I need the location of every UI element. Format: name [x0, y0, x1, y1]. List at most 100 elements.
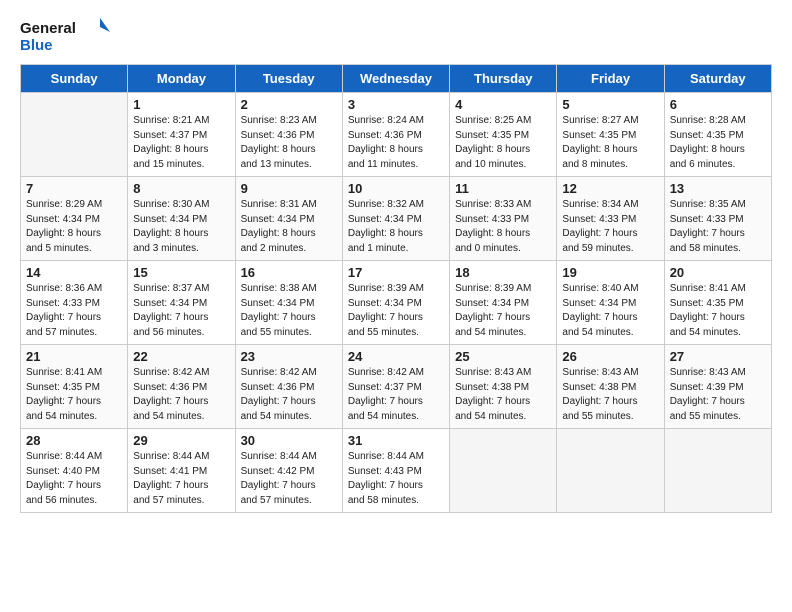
- day-info: Sunrise: 8:35 AMSunset: 4:33 PMDaylight:…: [670, 198, 766, 256]
- day-info: Sunrise: 8:44 AMSunset: 4:41 PMDaylight:…: [133, 450, 229, 508]
- day-info: Sunrise: 8:28 AMSunset: 4:35 PMDaylight:…: [670, 114, 766, 172]
- day-number: 2: [241, 97, 337, 112]
- calendar-cell: 27Sunrise: 8:43 AMSunset: 4:39 PMDayligh…: [664, 345, 771, 429]
- day-number: 22: [133, 349, 229, 364]
- day-number: 23: [241, 349, 337, 364]
- calendar-cell: 6 Sunrise: 8:28 AMSunset: 4:35 PMDaylight…: [664, 93, 771, 177]
- day-number: 3: [348, 97, 444, 112]
- calendar-cell: 1Sunrise: 8:21 AMSunset: 4:37 PMDaylight…: [128, 93, 235, 177]
- calendar-cell: 31Sunrise: 8:44 AMSunset: 4:43 PMDayligh…: [342, 429, 449, 513]
- day-info: Sunrise: 8:31 AMSunset: 4:34 PMDaylight:…: [241, 198, 337, 256]
- calendar-cell: 25 Sunrise: 8:43 AMSunset: 4:38 PMDayligh…: [450, 345, 557, 429]
- svg-text:General: General: [20, 20, 76, 37]
- calendar-week-5: 28 Sunrise: 8:44 AMSunset: 4:40 PMDayligh…: [21, 429, 772, 513]
- day-info: Sunrise: 8:38 AMSunset: 4:34 PMDaylight:…: [241, 282, 337, 340]
- calendar-cell: 26 Sunrise: 8:43 AMSunset: 4:38 PMDayligh…: [557, 345, 664, 429]
- day-info: Sunrise: 8:42 AMSunset: 4:36 PMDaylight:…: [241, 366, 337, 424]
- day-info: Sunrise: 8:27 AMSunset: 4:35 PMDaylight:…: [562, 114, 658, 172]
- day-info: Sunrise: 8:44 AMSunset: 4:42 PMDaylight:…: [241, 450, 337, 508]
- weekday-header-friday: Friday: [557, 65, 664, 93]
- day-info: Sunrise: 8:42 AMSunset: 4:37 PMDaylight:…: [348, 366, 444, 424]
- calendar-cell: 4 Sunrise: 8:25 AMSunset: 4:35 PMDaylight…: [450, 93, 557, 177]
- calendar-cell: 17Sunrise: 8:39 AMSunset: 4:34 PMDayligh…: [342, 261, 449, 345]
- day-info: Sunrise: 8:39 AMSunset: 4:34 PMDaylight:…: [455, 282, 551, 340]
- calendar-cell: 10Sunrise: 8:32 AMSunset: 4:34 PMDayligh…: [342, 177, 449, 261]
- day-info: Sunrise: 8:23 AMSunset: 4:36 PMDaylight:…: [241, 114, 337, 172]
- day-number: 13: [670, 181, 766, 196]
- day-info: Sunrise: 8:44 AMSunset: 4:43 PMDaylight:…: [348, 450, 444, 508]
- day-number: 20: [670, 265, 766, 280]
- day-number: 26: [562, 349, 658, 364]
- calendar-cell: 7Sunrise: 8:29 AMSunset: 4:34 PMDaylight…: [21, 177, 128, 261]
- calendar-cell: 12 Sunrise: 8:34 AMSunset: 4:33 PMDayligh…: [557, 177, 664, 261]
- weekday-header-tuesday: Tuesday: [235, 65, 342, 93]
- day-number: 6: [670, 97, 766, 112]
- calendar-cell: 16 Sunrise: 8:38 AMSunset: 4:34 PMDayligh…: [235, 261, 342, 345]
- calendar-cell: [450, 429, 557, 513]
- calendar-cell: 24 Sunrise: 8:42 AMSunset: 4:37 PMDayligh…: [342, 345, 449, 429]
- day-info: Sunrise: 8:30 AMSunset: 4:34 PMDaylight:…: [133, 198, 229, 256]
- calendar-cell: 3 Sunrise: 8:24 AMSunset: 4:36 PMDaylight…: [342, 93, 449, 177]
- day-info: Sunrise: 8:33 AMSunset: 4:33 PMDaylight:…: [455, 198, 551, 256]
- day-info: Sunrise: 8:36 AMSunset: 4:33 PMDaylight:…: [26, 282, 122, 340]
- day-number: 15: [133, 265, 229, 280]
- calendar-cell: 19 Sunrise: 8:40 AMSunset: 4:34 PMDayligh…: [557, 261, 664, 345]
- weekday-header-saturday: Saturday: [664, 65, 771, 93]
- calendar-week-3: 14 Sunrise: 8:36 AMSunset: 4:33 PMDayligh…: [21, 261, 772, 345]
- calendar-cell: 18 Sunrise: 8:39 AMSunset: 4:34 PMDayligh…: [450, 261, 557, 345]
- day-info: Sunrise: 8:41 AMSunset: 4:35 PMDaylight:…: [26, 366, 122, 424]
- day-number: 29: [133, 433, 229, 448]
- day-number: 30: [241, 433, 337, 448]
- day-number: 21: [26, 349, 122, 364]
- day-info: Sunrise: 8:32 AMSunset: 4:34 PMDaylight:…: [348, 198, 444, 256]
- logo: General Blue: [20, 16, 110, 56]
- day-info: Sunrise: 8:43 AMSunset: 4:38 PMDaylight:…: [562, 366, 658, 424]
- header: General Blue: [20, 16, 772, 56]
- day-number: 12: [562, 181, 658, 196]
- day-number: 24: [348, 349, 444, 364]
- weekday-header-thursday: Thursday: [450, 65, 557, 93]
- calendar-cell: 15Sunrise: 8:37 AMSunset: 4:34 PMDayligh…: [128, 261, 235, 345]
- day-number: 16: [241, 265, 337, 280]
- calendar-container: General Blue SundayMondayTuesdayWednesda…: [0, 0, 792, 529]
- day-info: Sunrise: 8:44 AMSunset: 4:40 PMDaylight:…: [26, 450, 122, 508]
- day-number: 27: [670, 349, 766, 364]
- day-number: 1: [133, 97, 229, 112]
- day-info: Sunrise: 8:43 AMSunset: 4:38 PMDaylight:…: [455, 366, 551, 424]
- calendar-week-2: 7Sunrise: 8:29 AMSunset: 4:34 PMDaylight…: [21, 177, 772, 261]
- calendar-cell: 20Sunrise: 8:41 AMSunset: 4:35 PMDayligh…: [664, 261, 771, 345]
- day-number: 5: [562, 97, 658, 112]
- calendar-cell: 9Sunrise: 8:31 AMSunset: 4:34 PMDaylight…: [235, 177, 342, 261]
- day-number: 4: [455, 97, 551, 112]
- calendar-cell: 11 Sunrise: 8:33 AMSunset: 4:33 PMDayligh…: [450, 177, 557, 261]
- weekday-header-sunday: Sunday: [21, 65, 128, 93]
- calendar-cell: 14 Sunrise: 8:36 AMSunset: 4:33 PMDayligh…: [21, 261, 128, 345]
- calendar-week-1: 1Sunrise: 8:21 AMSunset: 4:37 PMDaylight…: [21, 93, 772, 177]
- calendar-table: SundayMondayTuesdayWednesdayThursdayFrid…: [20, 64, 772, 513]
- calendar-cell: 22Sunrise: 8:42 AMSunset: 4:36 PMDayligh…: [128, 345, 235, 429]
- day-number: 7: [26, 181, 122, 196]
- weekday-header-monday: Monday: [128, 65, 235, 93]
- logo-icon: General Blue: [20, 16, 110, 56]
- day-number: 8: [133, 181, 229, 196]
- day-info: Sunrise: 8:24 AMSunset: 4:36 PMDaylight:…: [348, 114, 444, 172]
- calendar-cell: 5 Sunrise: 8:27 AMSunset: 4:35 PMDaylight…: [557, 93, 664, 177]
- calendar-cell: 8 Sunrise: 8:30 AMSunset: 4:34 PMDaylight…: [128, 177, 235, 261]
- day-info: Sunrise: 8:40 AMSunset: 4:34 PMDaylight:…: [562, 282, 658, 340]
- day-number: 14: [26, 265, 122, 280]
- calendar-cell: [557, 429, 664, 513]
- calendar-cell: [21, 93, 128, 177]
- day-info: Sunrise: 8:34 AMSunset: 4:33 PMDaylight:…: [562, 198, 658, 256]
- day-info: Sunrise: 8:25 AMSunset: 4:35 PMDaylight:…: [455, 114, 551, 172]
- day-number: 19: [562, 265, 658, 280]
- calendar-cell: 23 Sunrise: 8:42 AMSunset: 4:36 PMDayligh…: [235, 345, 342, 429]
- day-number: 28: [26, 433, 122, 448]
- calendar-cell: 21 Sunrise: 8:41 AMSunset: 4:35 PMDayligh…: [21, 345, 128, 429]
- day-number: 18: [455, 265, 551, 280]
- day-number: 11: [455, 181, 551, 196]
- calendar-cell: 29 Sunrise: 8:44 AMSunset: 4:41 PMDayligh…: [128, 429, 235, 513]
- day-number: 25: [455, 349, 551, 364]
- day-info: Sunrise: 8:39 AMSunset: 4:34 PMDaylight:…: [348, 282, 444, 340]
- calendar-cell: 2 Sunrise: 8:23 AMSunset: 4:36 PMDaylight…: [235, 93, 342, 177]
- svg-text:Blue: Blue: [20, 37, 53, 54]
